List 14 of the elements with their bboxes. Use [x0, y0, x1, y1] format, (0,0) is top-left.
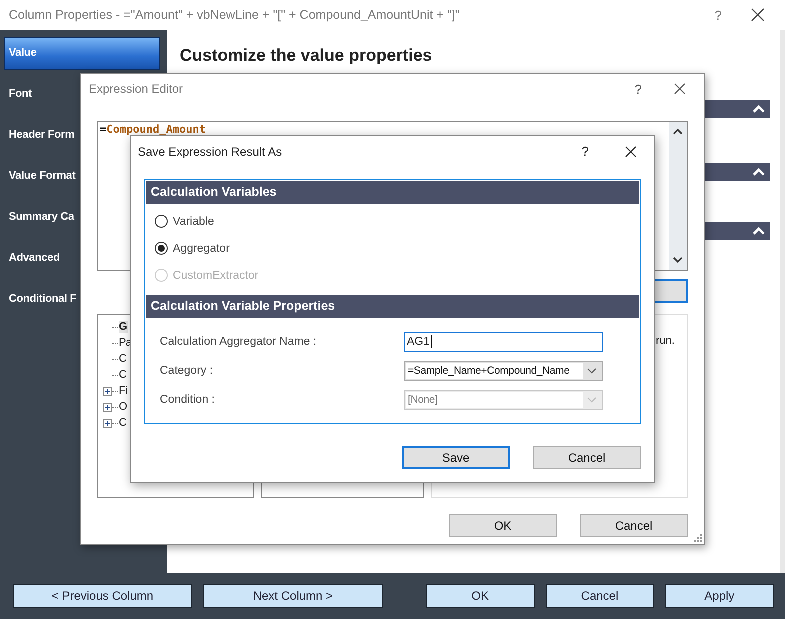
radio-label: CustomExtractor [173, 270, 259, 282]
dialog-title: Expression Editor [89, 82, 184, 96]
section-header: Calculation Variable Properties [146, 295, 639, 318]
radio-label: Variable [173, 216, 214, 228]
field-label: Condition : [160, 394, 216, 406]
window-title: Column Properties - ="Amount" + vbNewLine + "[" + Compound_AmountUnit + "]" [9, 8, 461, 22]
radio-label: Aggregator [173, 242, 230, 254]
expression-text: =Compound_Amount [99, 122, 207, 137]
description-text: run. [656, 335, 675, 347]
field-label: Calculation Aggregator Name : [160, 336, 318, 348]
dialog-title: Save Expression Result As [138, 144, 284, 158]
field-label: Category : [160, 364, 214, 376]
page-heading: Customize the value properties [180, 46, 434, 66]
section-header: Calculation Variables [146, 181, 639, 204]
